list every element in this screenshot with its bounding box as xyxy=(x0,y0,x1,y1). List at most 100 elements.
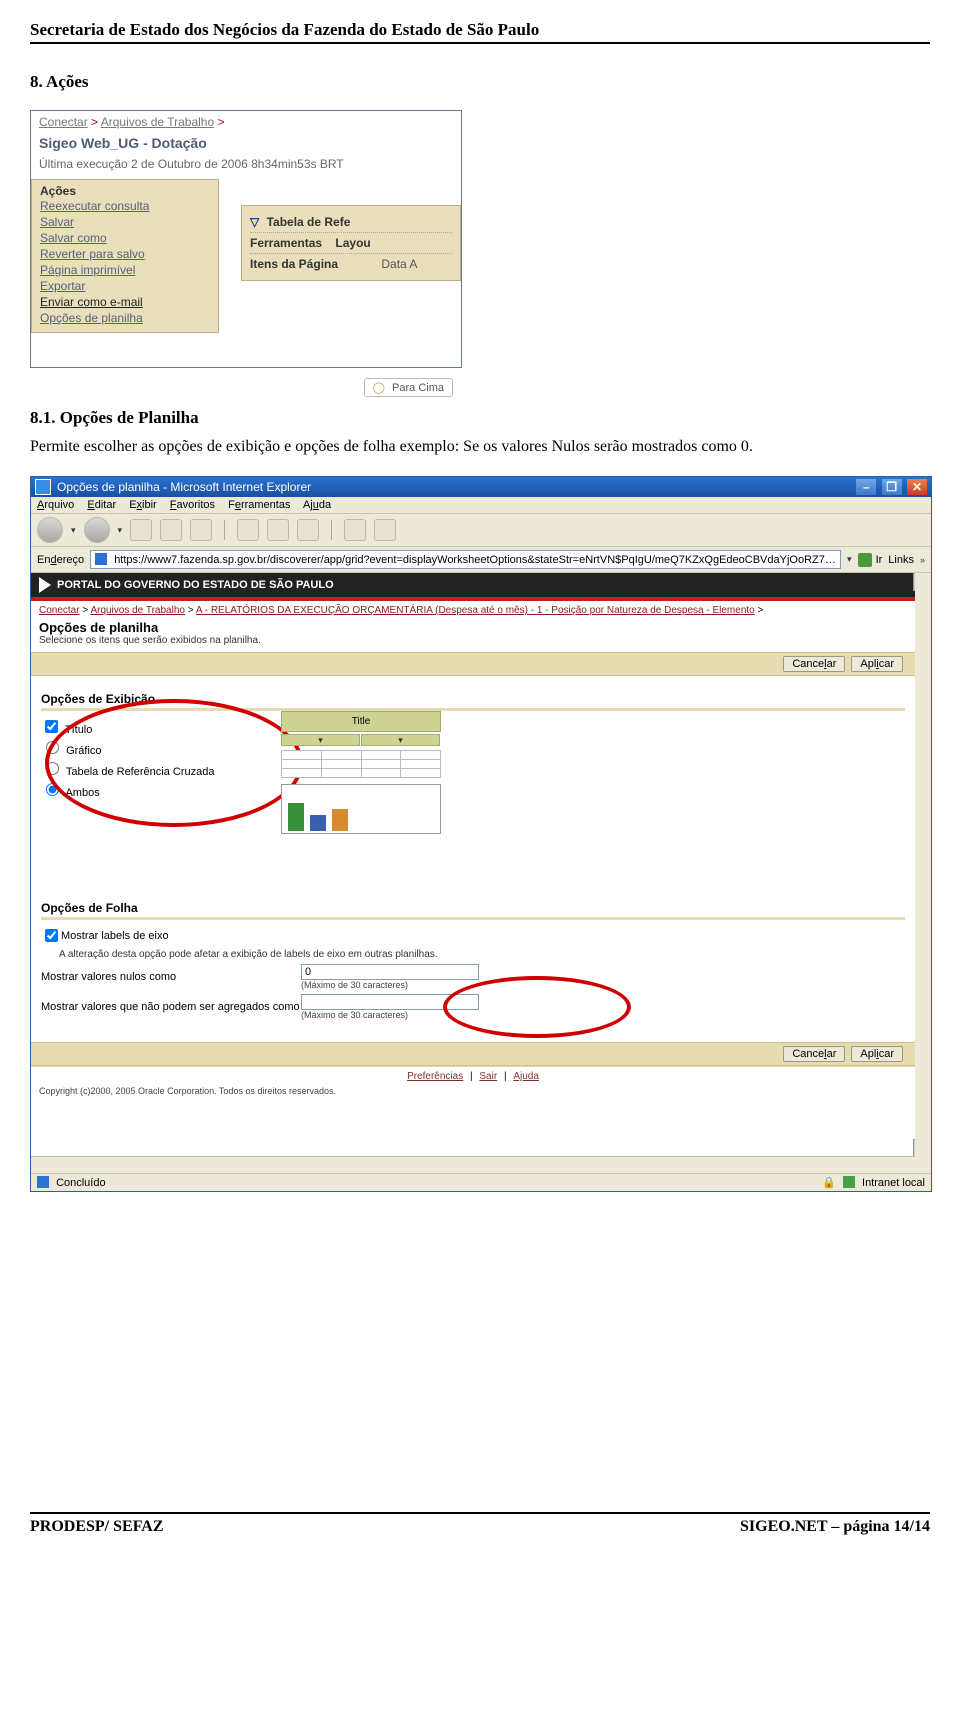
stop-button[interactable] xyxy=(130,519,152,541)
checkbox-titulo[interactable] xyxy=(45,720,58,733)
search-button[interactable] xyxy=(237,519,259,541)
crumb-sep: > xyxy=(758,605,764,616)
options-subtitle: Selecione os itens que serão exibidos na… xyxy=(31,635,915,652)
address-label: EndereçoEndereço xyxy=(37,554,84,566)
body-area: Opções de Exibição Título Gráfico Tabela… xyxy=(31,676,915,1042)
menu-editar[interactable]: EditarEditar xyxy=(87,499,116,511)
links-chevron[interactable]: » xyxy=(920,555,925,565)
crumb-arquivos[interactable]: Arquivos de Trabalho xyxy=(101,115,214,129)
row-agregados: Mostrar valores que não podem ser agrega… xyxy=(41,994,905,1020)
lock-icon: 🔒 xyxy=(822,1177,836,1189)
acao-salvar[interactable]: Salvar xyxy=(40,214,210,230)
footer-links: Preferências | Sair | Ajuda xyxy=(31,1066,915,1086)
label-tabela-ref: Tabela de Refe xyxy=(267,215,351,229)
input-valores-nulos[interactable] xyxy=(301,964,479,980)
folha-options: Mostrar labels de eixo A alteração desta… xyxy=(41,926,905,1036)
crumb-sep: > xyxy=(188,605,194,616)
mail-button[interactable] xyxy=(344,519,366,541)
subsection-title: 8.1. Opções de Planilha xyxy=(30,408,930,428)
row-tabela[interactable]: ▽ Tabela de Refe xyxy=(250,212,452,232)
browser-content: PORTAL DO GOVERNO DO ESTADO DE SÃO PAULO… xyxy=(31,573,931,1173)
row-itens[interactable]: Itens da Página Data A xyxy=(250,253,452,274)
link-preferencias[interactable]: Preferências xyxy=(407,1071,463,1082)
cancel-button[interactable]: CancelarCancelar xyxy=(783,656,845,672)
radio-grafico[interactable] xyxy=(46,741,59,754)
acao-opcoes-planilha[interactable]: Opções de planilha xyxy=(40,310,210,326)
document-page: Secretaria de Estado dos Negócios da Faz… xyxy=(0,0,960,1717)
link-ajuda[interactable]: Ajuda xyxy=(513,1071,539,1082)
opt-tabela[interactable]: Tabela de Referência Cruzada xyxy=(41,759,905,778)
minimize-button[interactable]: – xyxy=(856,479,876,495)
radio-tabela[interactable] xyxy=(46,762,59,775)
opt-labels-eixo[interactable]: Mostrar labels de eixo xyxy=(41,926,905,945)
scroll-down[interactable] xyxy=(913,1139,931,1157)
crumb-relatorio[interactable]: A - RELATÓRIOS DA EXECUÇÃO ORÇAMENTÁRIA … xyxy=(196,605,755,616)
acao-enviar-email[interactable]: Enviar como e-mail xyxy=(40,294,210,310)
acao-imprimivel[interactable]: Página imprimível xyxy=(40,262,210,278)
forward-button[interactable] xyxy=(84,517,110,543)
acao-salvar-como[interactable]: Salvar como xyxy=(40,230,210,246)
footer-right: SIGEO.NET – página 14/14 xyxy=(740,1518,930,1536)
opt-grafico[interactable]: Gráfico xyxy=(41,738,905,757)
panels: Ações Reexecutar consulta Salvar Salvar … xyxy=(31,179,461,367)
menu-arquivo[interactable]: AArquivorquivo xyxy=(37,499,74,511)
links-label[interactable]: Links xyxy=(888,554,914,566)
opt-titulo[interactable]: Título xyxy=(41,717,905,736)
radio-ambos[interactable] xyxy=(46,783,59,796)
hint-nulos: (Máximo de 30 caracteres) xyxy=(301,980,479,990)
cancel-button[interactable]: CancelarCancelar xyxy=(783,1046,845,1062)
history-button[interactable] xyxy=(297,519,319,541)
menu-ferramentas[interactable]: FerramentasFerramentas xyxy=(228,499,290,511)
row-ferramentas[interactable]: Ferramentas Layou xyxy=(250,232,452,253)
page-icon xyxy=(37,1176,49,1188)
acoes-panel: Ações Reexecutar consulta Salvar Salvar … xyxy=(31,179,219,333)
menu-favoritos[interactable]: FavoritosFavoritos xyxy=(170,499,215,511)
label-ferramentas: Ferramentas xyxy=(250,236,322,250)
favorites-button[interactable] xyxy=(267,519,289,541)
apply-button[interactable]: AplicarAplicar xyxy=(851,656,903,672)
opt-ambos[interactable]: Ambos xyxy=(41,780,905,799)
horizontal-scrollbar[interactable] xyxy=(31,1156,915,1173)
para-cima-button[interactable]: ◯ Para Cima xyxy=(364,378,453,397)
label-data: Data A xyxy=(381,257,417,271)
fwd-dropdown[interactable]: ▾ xyxy=(118,525,123,536)
acao-exportar[interactable]: Exportar xyxy=(40,278,210,294)
back-dropdown[interactable]: ▾ xyxy=(71,525,76,536)
acao-reverter[interactable]: Reverter para salvo xyxy=(40,246,210,262)
menu-ajuda[interactable]: AjudaAjuda xyxy=(303,499,331,511)
crumb-conectar[interactable]: Conectar xyxy=(39,605,80,616)
input-valores-agregados[interactable] xyxy=(301,994,479,1010)
section-title-acoes: 8. Ações xyxy=(30,72,930,92)
checkbox-labels-eixo[interactable] xyxy=(45,929,58,942)
crumb-sep: > xyxy=(82,605,88,616)
dropdown-icon: ▾ xyxy=(361,734,440,746)
menu-exibir[interactable]: ExibirExibir xyxy=(129,499,157,511)
address-bar: EndereçoEndereço https://www7.fazenda.sp… xyxy=(31,547,931,573)
print-button[interactable] xyxy=(374,519,396,541)
page-icon xyxy=(95,553,107,565)
address-input[interactable]: https://www7.fazenda.sp.gov.br/discovere… xyxy=(90,550,841,569)
window-buttons: – ❐ ✕ xyxy=(854,479,927,495)
status-bar: Concluído 🔒 Intranet local xyxy=(31,1173,931,1191)
label-labels-eixo: Mostrar labels de eixo xyxy=(61,930,169,942)
label-layout: Layou xyxy=(335,236,370,250)
acoes-header: Ações xyxy=(40,184,210,198)
apply-button[interactable]: AplicarAplicar xyxy=(851,1046,903,1062)
bar-1 xyxy=(288,803,304,831)
link-sair[interactable]: Sair xyxy=(479,1071,497,1082)
crumb-arquivos[interactable]: Arquivos de Trabalho xyxy=(90,605,185,616)
maximize-button[interactable]: ❐ xyxy=(882,479,902,495)
refresh-button[interactable] xyxy=(160,519,182,541)
address-dropdown[interactable]: ▾ xyxy=(847,554,852,565)
scroll-up[interactable] xyxy=(913,573,931,591)
home-button[interactable] xyxy=(190,519,212,541)
acao-reexecutar[interactable]: Reexecutar consulta xyxy=(40,198,210,214)
portal-logo-icon xyxy=(39,577,51,593)
menu-bar: AArquivorquivo EditarEditar ExibirExibir… xyxy=(31,497,931,514)
portal-bar: PORTAL DO GOVERNO DO ESTADO DE SÃO PAULO xyxy=(31,573,915,601)
go-button[interactable]: Ir xyxy=(858,553,883,567)
crumb-sep: > xyxy=(91,115,98,129)
crumb-conectar[interactable]: Conectar xyxy=(39,115,88,129)
close-button[interactable]: ✕ xyxy=(907,479,927,495)
back-button[interactable] xyxy=(37,517,63,543)
